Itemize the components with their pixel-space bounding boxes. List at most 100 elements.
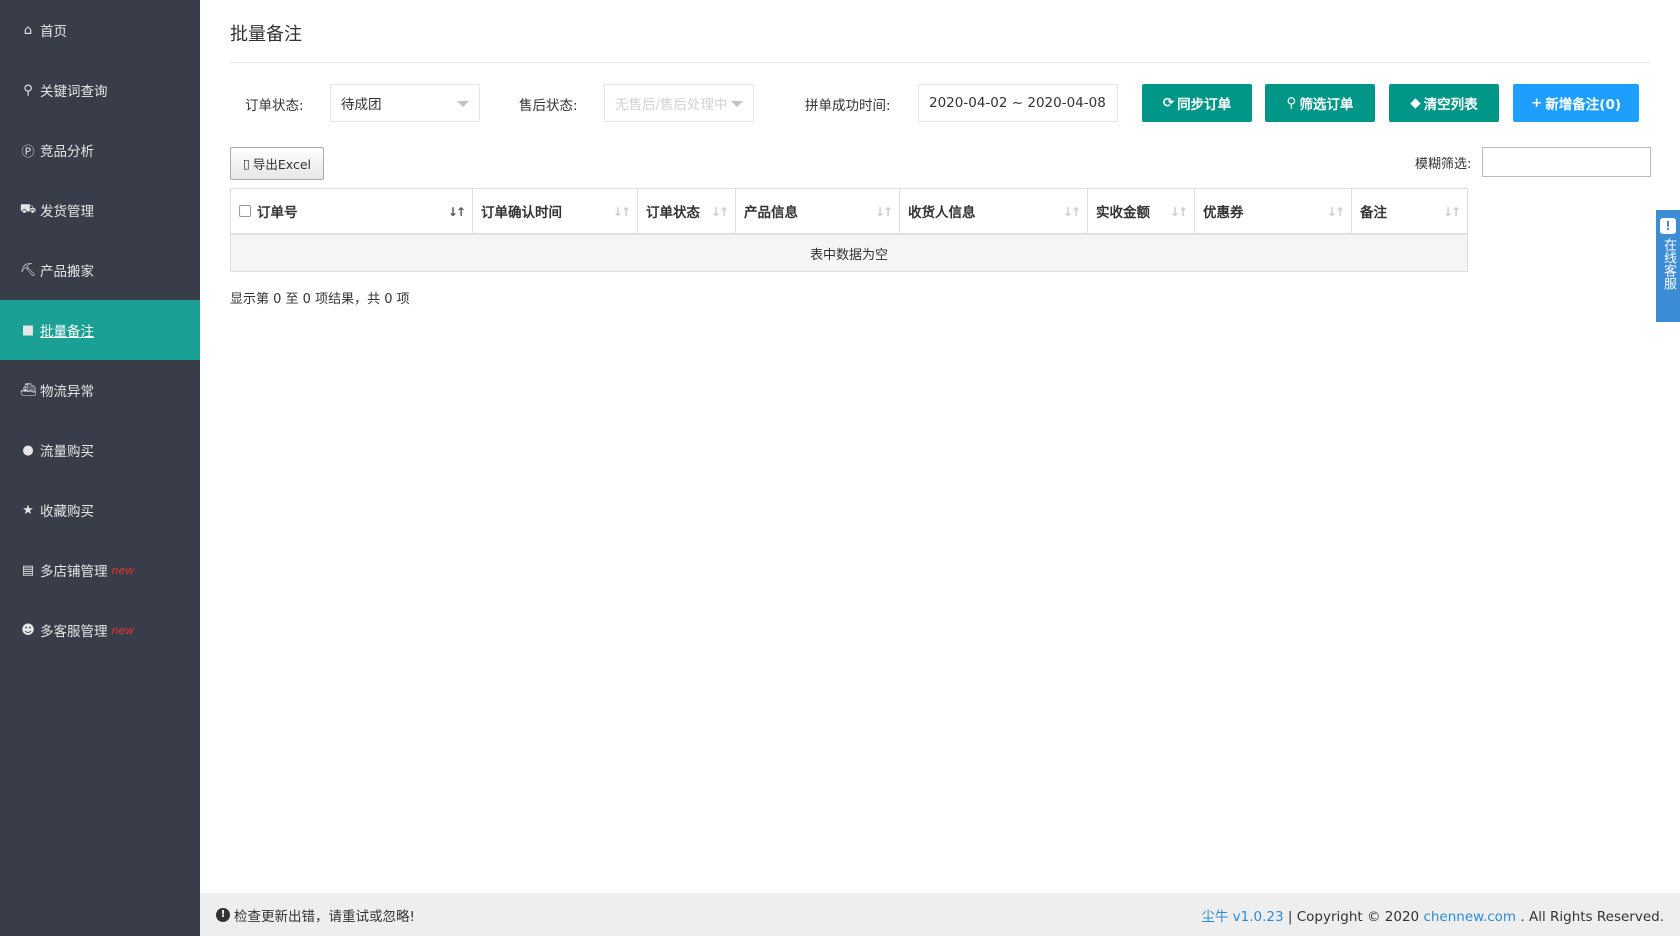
sidebar-item-keyword-query[interactable]: ⚲ 关键词查询 <box>0 60 200 120</box>
filter-row: 订单状态: 待成团 售后状态: 无售后/售后处理中 拼单成功时间: 2020-0… <box>200 84 1680 122</box>
truck-icon: ⛟ <box>19 201 37 217</box>
column-label: 产品信息 <box>744 205 798 221</box>
update-warning: ! 检查更新出错，请重试或忽略! <box>216 905 415 925</box>
sort-asc-icon: ↓↑ <box>447 205 466 219</box>
sort-icon: ↓↑ <box>1442 205 1461 219</box>
sort-icon: ↓↑ <box>1062 205 1081 219</box>
home-icon: ⌂ <box>23 22 33 38</box>
search-icon: ⚲ <box>23 82 33 98</box>
app-name-link[interactable]: 尘牛 <box>1201 909 1228 925</box>
order-status-value: 待成团 <box>341 97 382 113</box>
bulb-icon: ● <box>22 442 34 458</box>
sidebar-item-home[interactable]: ⌂ 首页 <box>0 0 200 60</box>
message-icon: ! <box>1660 218 1676 234</box>
sidebar-item-multi-service[interactable]: ☻ 多客服管理 new <box>0 600 200 660</box>
order-status-label: 订单状态: <box>245 98 304 114</box>
online-service-button[interactable]: ! 在线客服 <box>1656 210 1680 322</box>
chevron-down-icon <box>731 101 743 107</box>
sidebar-item-label: 流量购买 <box>40 444 94 460</box>
column-header-receiver-info[interactable]: 收货人信息 ↓↑ <box>900 189 1088 233</box>
sidebar-item-label: 批量备注 <box>40 324 94 340</box>
book-icon: ■ <box>21 322 35 338</box>
sidebar-item-label: 收藏购买 <box>40 504 94 520</box>
aftersale-status-label: 售后状态: <box>519 98 578 114</box>
add-note-label: 新增备注(0) <box>1545 97 1622 113</box>
column-label: 订单确认时间 <box>481 205 562 221</box>
chevron-down-icon <box>457 101 469 107</box>
p-badge-icon: Ⓟ <box>21 144 35 160</box>
sidebar-item-batch-note[interactable]: ■ 批量备注 <box>0 300 200 360</box>
sidebar-item-label: 多店铺管理 <box>40 564 108 580</box>
table-info: 显示第 0 至 0 项结果，共 0 项 <box>230 292 410 307</box>
search-icon: ⚲ <box>1286 95 1297 111</box>
column-header-order-status[interactable]: 订单状态 ↓↑ <box>638 189 736 233</box>
sidebar-item-label: 物流异常 <box>40 384 94 400</box>
new-badge: new <box>111 623 135 637</box>
sidebar-item-favorite-purchase[interactable]: ★ 收藏购买 <box>0 480 200 540</box>
select-all-checkbox[interactable] <box>239 205 251 217</box>
sort-icon: ↓↑ <box>1326 205 1345 219</box>
table-empty-row: 表中数据为空 <box>231 235 1467 271</box>
refresh-icon: ⟳ <box>1162 95 1175 111</box>
ship-icon: ⛴ <box>19 382 37 398</box>
clear-list-label: 清空列表 <box>1423 97 1478 113</box>
sidebar-item-label: 多客服管理 <box>40 624 108 640</box>
cart-icon: ⛏ <box>19 262 37 278</box>
date-range-input[interactable]: 2020-04-02 ~ 2020-04-08 <box>918 84 1118 122</box>
sidebar-item-product-move[interactable]: ⛏ 产品搬家 <box>0 240 200 300</box>
new-badge: new <box>111 563 135 577</box>
column-label: 订单号 <box>257 205 298 221</box>
column-label: 优惠券 <box>1203 205 1244 221</box>
filter-orders-label: 筛选订单 <box>1299 97 1354 113</box>
sidebar-item-competitor-analysis[interactable]: Ⓟ 竞品分析 <box>0 120 200 180</box>
sidebar-item-label: 竞品分析 <box>40 144 94 160</box>
column-label: 订单状态 <box>646 205 700 221</box>
orders-table: 订单号 ↓↑ 订单确认时间 ↓↑ 订单状态 ↓↑ 产品信息 ↓↑ 收货人信息 ↓… <box>230 188 1468 272</box>
footer: ! 检查更新出错，请重试或忽略! 尘牛 v1.0.23 | Copyright … <box>200 893 1680 936</box>
divider <box>230 62 1650 63</box>
sync-orders-label: 同步订单 <box>1177 97 1232 113</box>
sort-icon: ↓↑ <box>612 205 631 219</box>
sidebar-item-traffic-purchase[interactable]: ● 流量购买 <box>0 420 200 480</box>
order-status-select[interactable]: 待成团 <box>330 84 480 122</box>
users-icon: ☻ <box>21 622 35 638</box>
sidebar-item-multi-store[interactable]: ▤ 多店铺管理 new <box>0 540 200 600</box>
clear-list-button[interactable]: ◆ 清空列表 <box>1389 84 1499 122</box>
alert-icon: ! <box>216 907 230 922</box>
site-link[interactable]: chennew.com <box>1423 909 1516 925</box>
file-excel-icon: ▯ <box>242 156 250 171</box>
copyright-prefix: | Copyright © 2020 <box>1287 908 1420 925</box>
export-excel-label: 导出Excel <box>252 157 311 172</box>
sort-icon: ↓↑ <box>710 205 729 219</box>
plus-icon: + <box>1530 95 1543 111</box>
sidebar-item-logistics-exception[interactable]: ⛴ 物流异常 <box>0 360 200 420</box>
success-time-label: 拼单成功时间: <box>805 98 891 114</box>
star-icon: ★ <box>22 502 34 518</box>
version-link[interactable]: v1.0.23 <box>1233 909 1284 925</box>
update-warning-text: 检查更新出错，请重试或忽略! <box>234 908 415 925</box>
aftersale-status-select[interactable]: 无售后/售后处理中 <box>604 84 754 122</box>
column-header-note[interactable]: 备注 ↓↑ <box>1352 189 1467 233</box>
column-header-order-no[interactable]: 订单号 ↓↑ <box>231 189 473 233</box>
column-header-product-info[interactable]: 产品信息 ↓↑ <box>736 189 900 233</box>
add-note-button[interactable]: + 新增备注(0) <box>1513 84 1639 122</box>
filter-orders-button[interactable]: ⚲ 筛选订单 <box>1265 84 1375 122</box>
export-excel-button[interactable]: ▯ 导出Excel <box>230 147 324 180</box>
sort-icon: ↓↑ <box>874 205 893 219</box>
fuzzy-filter-input[interactable] <box>1482 147 1651 177</box>
online-service-label: 在线客服 <box>1661 238 1676 290</box>
column-header-coupon[interactable]: 优惠券 ↓↑ <box>1195 189 1352 233</box>
aftersale-status-value: 无售后/售后处理中 <box>615 97 727 113</box>
fuzzy-filter-label: 模糊筛选: <box>1415 157 1472 172</box>
copyright: 尘牛 v1.0.23 | Copyright © 2020 chennew.co… <box>1201 905 1664 925</box>
column-header-confirm-time[interactable]: 订单确认时间 ↓↑ <box>473 189 638 233</box>
page-title: 批量备注 <box>230 24 302 45</box>
column-header-amount[interactable]: 实收金额 ↓↑ <box>1088 189 1195 233</box>
sync-orders-button[interactable]: ⟳ 同步订单 <box>1142 84 1252 122</box>
column-label: 收货人信息 <box>908 205 976 221</box>
sidebar-item-label: 关键词查询 <box>40 84 108 100</box>
sidebar-item-shipping[interactable]: ⛟ 发货管理 <box>0 180 200 240</box>
column-label: 备注 <box>1360 205 1387 221</box>
main-content: 批量备注 订单状态: 待成团 售后状态: 无售后/售后处理中 拼单成功时间: 2… <box>200 0 1680 893</box>
date-range-value: 2020-04-02 ~ 2020-04-08 <box>929 95 1106 111</box>
